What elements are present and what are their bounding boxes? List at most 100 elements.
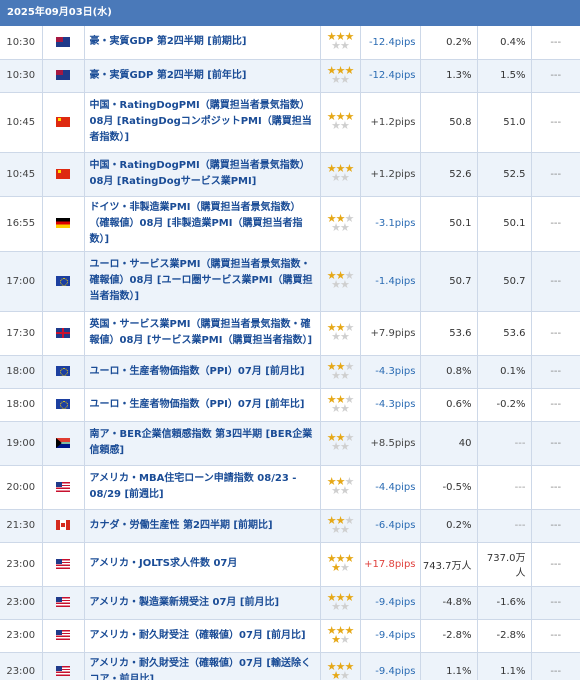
forecast-value: 737.0万人	[477, 542, 532, 587]
result-value: 52.6	[420, 152, 478, 197]
event-name-link[interactable]: 中国・RatingDogPMI（購買担当者景気指数）08月 [RatingDog…	[84, 92, 321, 153]
star-empty-icon: ★	[331, 330, 341, 343]
previous-value: ---	[531, 355, 580, 389]
event-name-link[interactable]: 中国・RatingDogPMI（購買担当者景気指数）08月 [RatingDog…	[84, 152, 321, 197]
pips-change: -4.3pips	[360, 355, 421, 389]
result-value: 50.1	[420, 196, 478, 252]
event-name-link[interactable]: 豪・実質GDP 第2四半期 [前年比]	[84, 59, 321, 93]
star-empty-icon: ★	[331, 171, 341, 184]
star-empty-icon: ★	[340, 220, 350, 234]
event-name-link[interactable]: アメリカ・JOLTS求人件数 07月	[84, 542, 321, 587]
event-name-link[interactable]: アメリカ・MBA住宅ローン申請指数 08/23 - 08/29 [前週比]	[84, 465, 321, 510]
importance-stars: ★★★ ★★	[327, 661, 355, 680]
star-empty-icon: ★	[340, 632, 350, 646]
previous-value: ---	[531, 196, 580, 252]
forecast-value: 1.5%	[477, 59, 532, 93]
importance-stars: ★★★ ★★	[327, 270, 355, 291]
event-row[interactable]: 17:30 英国・サービス業PMI（購買担当者景気指数・確報値）08月 [サービス…	[0, 311, 580, 356]
previous-value: ---	[531, 421, 580, 466]
uk-flag-icon	[56, 327, 70, 338]
event-row[interactable]: 10:30 豪・実質GDP 第2四半期 [前期比] ★★★ ★★ -12.4pips 0.…	[0, 26, 580, 60]
event-name-link[interactable]: ユーロ・サービス業PMI（購買担当者景気指数・確報値）08月 [ユーロ圏サービス…	[84, 251, 321, 312]
event-time: 16:55	[0, 196, 43, 252]
event-name-link[interactable]: アメリカ・耐久財受注（確報値）07月 [前月比]	[84, 619, 321, 653]
previous-value: ---	[531, 509, 580, 543]
event-time: 23:00	[0, 652, 43, 680]
usa-flag-icon	[56, 597, 70, 607]
event-row[interactable]: 19:00 南ア・BER企業信頼感指数 第3四半期 [BER企業信頼感] ★★★ ★★…	[0, 421, 580, 466]
forecast-value: -0.2%	[477, 388, 532, 422]
event-row[interactable]: 18:00 ユーロ・生産者物価指数（PPI）07月 [前年比] ★★★ ★★ -4.3p…	[0, 388, 580, 422]
usa-flag-icon	[56, 630, 70, 640]
forecast-value: 52.5	[477, 152, 532, 197]
star-empty-icon: ★	[331, 401, 341, 415]
pips-change: +7.9pips	[360, 311, 421, 356]
importance-stars: ★★★ ★★	[327, 592, 355, 613]
previous-value: ---	[531, 619, 580, 653]
event-row[interactable]: 18:00 ユーロ・生産者物価指数（PPI）07月 [前月比] ★★★ ★★ -4.3p…	[0, 355, 580, 389]
date-header: 2025年09月03日(水)	[0, 0, 580, 26]
result-value: -4.8%	[420, 586, 478, 620]
result-value: 40	[420, 421, 478, 466]
pips-change: -4.3pips	[360, 388, 421, 422]
event-time: 17:30	[0, 311, 43, 356]
result-value: 0.2%	[420, 509, 478, 543]
china-flag-icon	[56, 116, 70, 127]
event-time: 18:00	[0, 355, 43, 389]
event-row[interactable]: 21:30 カナダ・労働生産性 第2四半期 [前期比] ★★★ ★★ -6.4pips 0…	[0, 509, 580, 543]
pips-change: -9.4pips	[360, 586, 421, 620]
star-filled-icon: ★	[331, 561, 341, 574]
pips-change: +17.8pips	[360, 542, 421, 587]
event-row[interactable]: 23:00 アメリカ・耐久財受注（確報値）07月 [輸送除くコア・前月比] ★★★ ★…	[0, 652, 580, 680]
event-time: 10:45	[0, 152, 43, 197]
pips-change: -9.4pips	[360, 619, 421, 653]
event-name-link[interactable]: アメリカ・耐久財受注（確報値）07月 [輸送除くコア・前月比]	[84, 652, 321, 680]
event-row[interactable]: 16:55 ドイツ・非製造業PMI（購買担当者景気指数）（確報値）08月 [非製造…	[0, 196, 580, 252]
event-name-link[interactable]: ユーロ・生産者物価指数（PPI）07月 [前年比]	[84, 388, 321, 422]
forecast-value: -2.8%	[477, 619, 532, 653]
forecast-value: ---	[477, 465, 532, 510]
usa-flag-icon	[56, 558, 70, 569]
pips-change: +8.5pips	[360, 421, 421, 466]
star-empty-icon: ★	[340, 330, 350, 343]
importance-stars: ★★★ ★★	[327, 432, 355, 452]
event-name-link[interactable]: ドイツ・非製造業PMI（購買担当者景気指数）（確報値）08月 [非製造業PMI（…	[84, 196, 321, 252]
event-row[interactable]: 20:00 アメリカ・MBA住宅ローン申請指数 08/23 - 08/29 [前週…	[0, 465, 580, 510]
event-time: 17:00	[0, 251, 43, 312]
star-empty-icon: ★	[340, 599, 350, 613]
importance-stars: ★★★ ★★	[327, 31, 355, 51]
star-empty-icon: ★	[340, 278, 350, 291]
star-empty-icon: ★	[340, 668, 350, 680]
eu-flag-icon	[56, 366, 70, 376]
previous-value: ---	[531, 586, 580, 620]
event-row[interactable]: 10:30 豪・実質GDP 第2四半期 [前年比] ★★★ ★★ -12.4pips 1.…	[0, 59, 580, 93]
event-row[interactable]: 10:45 中国・RatingDogPMI（購買担当者景気指数）08月 [Rati…	[0, 92, 580, 153]
event-row[interactable]: 23:00 アメリカ・耐久財受注（確報値）07月 [前月比] ★★★ ★★ -9.4pi…	[0, 619, 580, 653]
event-time: 23:00	[0, 619, 43, 653]
forecast-value: 0.4%	[477, 26, 532, 60]
pips-change: -12.4pips	[360, 26, 421, 60]
star-empty-icon: ★	[331, 599, 341, 613]
star-empty-icon: ★	[340, 72, 350, 86]
usa-flag-icon	[56, 666, 70, 676]
event-row[interactable]: 17:00 ユーロ・サービス業PMI（購買担当者景気指数・確報値）08月 [ユーロ…	[0, 251, 580, 312]
result-value: -0.5%	[420, 465, 478, 510]
pips-change: -9.4pips	[360, 652, 421, 680]
star-empty-icon: ★	[331, 72, 341, 86]
event-time: 21:30	[0, 509, 43, 543]
importance-stars: ★★★ ★★	[327, 111, 355, 131]
star-empty-icon: ★	[340, 368, 350, 382]
star-empty-icon: ★	[340, 401, 350, 415]
event-name-link[interactable]: ユーロ・生産者物価指数（PPI）07月 [前月比]	[84, 355, 321, 389]
event-row[interactable]: 10:45 中国・RatingDogPMI（購買担当者景気指数）08月 [Rati…	[0, 152, 580, 197]
event-time: 20:00	[0, 465, 43, 510]
event-name-link[interactable]: 豪・実質GDP 第2四半期 [前期比]	[84, 26, 321, 60]
event-name-link[interactable]: アメリカ・製造業新規受注 07月 [前月比]	[84, 586, 321, 620]
china-flag-icon	[56, 168, 70, 179]
event-name-link[interactable]: 英国・サービス業PMI（購買担当者景気指数・確報値）08月 [サービス業PMI（…	[84, 311, 321, 356]
event-row[interactable]: 23:00 アメリカ・製造業新規受注 07月 [前月比] ★★★ ★★ -9.4pips…	[0, 586, 580, 620]
event-name-link[interactable]: カナダ・労働生産性 第2四半期 [前期比]	[84, 509, 321, 543]
event-name-link[interactable]: 南ア・BER企業信頼感指数 第3四半期 [BER企業信頼感]	[84, 421, 321, 466]
event-row[interactable]: 23:00 アメリカ・JOLTS求人件数 07月 ★★★ ★★ +17.8pips 743…	[0, 542, 580, 587]
previous-value: ---	[531, 542, 580, 587]
